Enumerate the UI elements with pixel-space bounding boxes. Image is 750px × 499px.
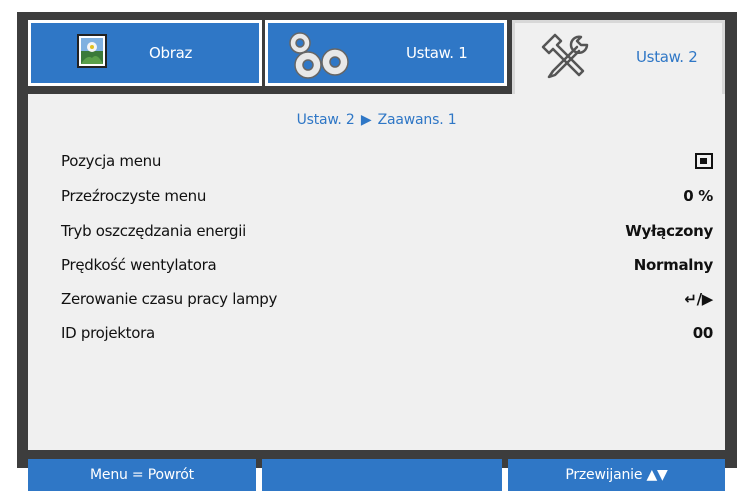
footer-back-hint: Menu = Powrót — [28, 459, 256, 491]
menu-item-label: Tryb oszczędzania energii — [61, 222, 246, 240]
breadcrumb-separator: ▶ — [360, 112, 372, 128]
tab-label: Ustaw. 2 — [636, 48, 698, 66]
menu-item-tryb-oszczedzania[interactable]: Tryb oszczędzania energii Wyłączony — [28, 214, 725, 248]
footer-right-label: Przewijanie ▲▼ — [565, 467, 668, 483]
menu-position-icon — [695, 153, 713, 169]
image-icon — [77, 34, 107, 72]
tab-ustaw-2[interactable]: Ustaw. 2 — [512, 20, 725, 95]
menu-item-przezroczyste-menu[interactable]: Przeźroczyste menu 0 % — [28, 179, 725, 213]
menu-item-pozycja-menu[interactable]: Pozycja menu — [28, 144, 725, 178]
tab-label: Obraz — [149, 44, 193, 62]
breadcrumb-parent: Ustaw. 2 — [296, 112, 355, 128]
tab-obraz[interactable]: Obraz — [28, 20, 262, 86]
footer-scroll-hint: Przewijanie ▲▼ — [508, 459, 725, 491]
settings-panel: Ustaw. 2 ▶ Zaawans. 1 Pozycja menu Przeź… — [28, 94, 725, 450]
footer-middle — [262, 459, 502, 491]
tools-icon — [541, 31, 593, 87]
menu-item-predkosc-wentylatora[interactable]: Prędkość wentylatora Normalny — [28, 248, 725, 282]
gears-icon — [278, 29, 356, 85]
menu-item-label: Zerowanie czasu pracy lampy — [61, 290, 278, 308]
menu-item-label: ID projektora — [61, 324, 155, 342]
menu-item-label: Prędkość wentylatora — [61, 256, 217, 274]
footer-left-label: Menu = Powrót — [90, 467, 194, 483]
menu-item-label: Pozycja menu — [61, 152, 162, 170]
menu-item-value: 0 % — [683, 187, 713, 205]
menu-item-value: 00 — [692, 324, 714, 342]
menu-item-id-projektora[interactable]: ID projektora 00 — [28, 316, 725, 350]
menu-item-label: Przeźroczyste menu — [61, 187, 207, 205]
tab-ustaw-1[interactable]: Ustaw. 1 — [265, 20, 507, 86]
breadcrumb: Ustaw. 2 ▶ Zaawans. 1 — [28, 112, 725, 128]
menu-item-value: Normalny — [633, 256, 714, 274]
menu-item-value: Wyłączony — [625, 222, 713, 240]
enter-right-icon: ↵/▶ — [684, 290, 713, 308]
menu-item-zerowanie-lampy[interactable]: Zerowanie czasu pracy lampy ↵/▶ — [28, 282, 725, 316]
tab-label: Ustaw. 1 — [406, 44, 468, 62]
breadcrumb-current: Zaawans. 1 — [377, 112, 457, 128]
